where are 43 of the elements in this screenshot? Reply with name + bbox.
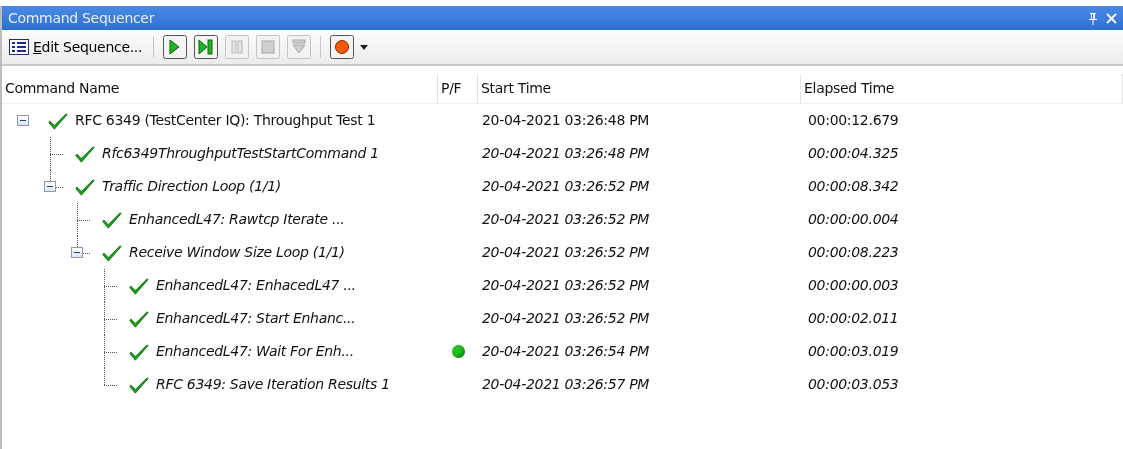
command-name: EnhancedL47: Wait For Enh... [156, 342, 354, 361]
command-name: Receive Window Size Loop (1/1) [129, 243, 345, 262]
command-name: EnhancedL47: EnhacedL47 ... [156, 276, 356, 295]
edit-sequence-button[interactable]: Edit Sequence... [6, 34, 146, 60]
play-button[interactable] [162, 34, 189, 60]
start-time: 20-04-2021 03:26:52 PM [482, 277, 650, 293]
column-header[interactable]: Elapsed Time [801, 74, 1123, 103]
pin-icon[interactable] [1088, 11, 1098, 25]
close-icon[interactable] [1106, 12, 1117, 24]
elapsed-time: 00:00:03.019 [808, 343, 899, 359]
elapsed-time: 00:00:03.053 [808, 376, 899, 392]
column-header[interactable]: Start Time [478, 74, 801, 103]
elapsed-time: 00:00:08.342 [808, 178, 899, 194]
elapsed-time: 00:00:12.679 [808, 112, 899, 128]
command-name: EnhancedL47: Start Enhanc... [156, 309, 356, 328]
list-icon [9, 39, 29, 55]
command-name: RFC 6349 (TestCenter IQ): Throughput Test 1 [75, 111, 376, 130]
elapsed-time: 00:00:02.011 [808, 310, 899, 326]
start-time: 20-04-2021 03:26:52 PM [482, 178, 650, 194]
record-button[interactable] [329, 34, 356, 60]
start-time: 20-04-2021 03:26:54 PM [482, 343, 650, 359]
caret-icon[interactable] [360, 44, 369, 50]
elapsed-time: 00:00:04.325 [808, 145, 899, 161]
column-header[interactable]: P/F [438, 74, 478, 103]
start-time: 20-04-2021 03:26:52 PM [482, 211, 650, 227]
command-name: Traffic Direction Loop (1/1) [102, 177, 282, 196]
collapse-toggle[interactable] [71, 247, 83, 258]
elapsed-time: 00:00:08.223 [808, 244, 899, 260]
command-name: EnhancedL47: Rawtcp Iterate ... [129, 210, 345, 229]
collapse-toggle[interactable] [44, 181, 56, 192]
start-time: 20-04-2021 03:26:52 PM [482, 244, 650, 260]
elapsed-time: 00:00:00.003 [808, 277, 899, 293]
start-time: 20-04-2021 03:26:48 PM [482, 145, 650, 161]
command-name: RFC 6349: Save Iteration Results 1 [156, 375, 390, 394]
start-time: 20-04-2021 03:26:48 PM [482, 112, 650, 128]
step-button[interactable] [193, 34, 220, 60]
panel-title: Command Sequencer [8, 8, 155, 28]
start-time: 20-04-2021 03:26:57 PM [482, 376, 650, 392]
column-header[interactable]: Command Name [2, 74, 438, 103]
start-time: 20-04-2021 03:26:52 PM [482, 310, 650, 326]
collapse-toggle[interactable] [17, 115, 29, 126]
elapsed-time: 00:00:00.004 [808, 211, 899, 227]
command-name: Rfc6349ThroughputTestStartCommand 1 [102, 144, 379, 163]
